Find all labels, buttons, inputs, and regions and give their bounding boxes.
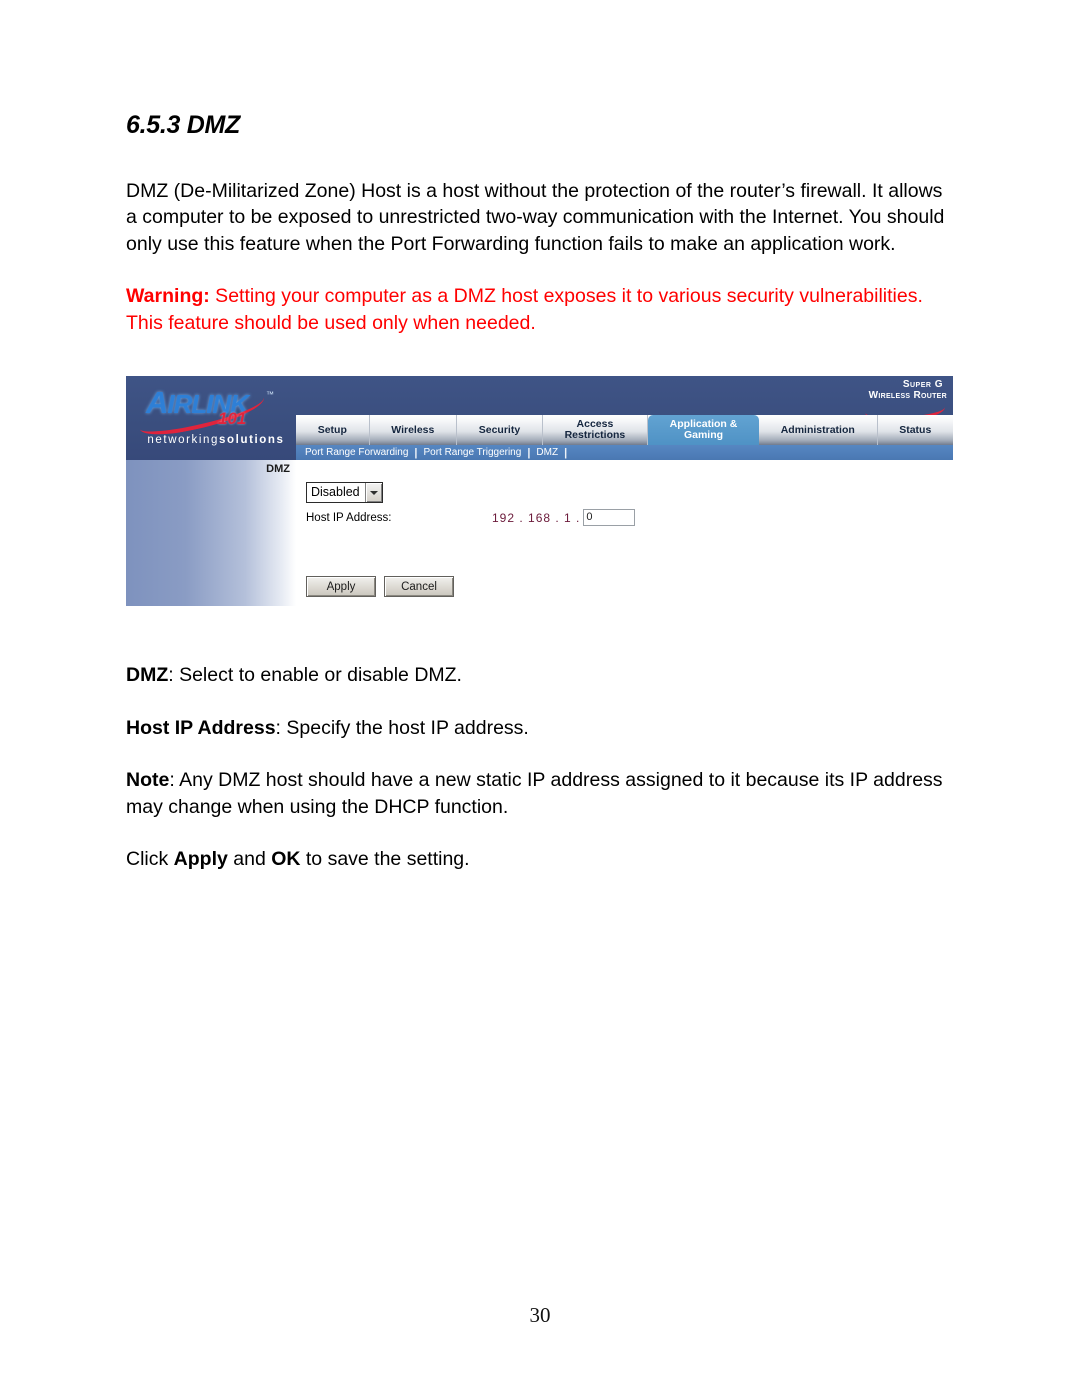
document-page: 6.5.3 DMZ DMZ (De-Militarized Zone) Host…	[0, 0, 1080, 1397]
warning-paragraph: Warning: Setting your computer as a DMZ …	[126, 283, 956, 336]
ip-last-octet-input[interactable]: 0	[583, 509, 636, 526]
dmz-form: Disabled Host IP Address: 192 . 168 . 1 …	[302, 460, 942, 618]
note-paragraph: Note: Any DMZ host should have a new sta…	[126, 767, 956, 820]
click-prefix: Click	[126, 848, 174, 870]
host-ip-definition-paragraph: Host IP Address: Specify the host IP add…	[126, 715, 956, 742]
subtab-separator-1: |	[414, 446, 418, 459]
tagline-solutions: solutions	[219, 434, 285, 446]
tab-status[interactable]: Status	[878, 415, 953, 445]
note-label: Note	[126, 769, 170, 791]
page-title: 6.5.3 DMZ	[126, 111, 240, 139]
note-text: : Any DMZ host should have a new static …	[126, 769, 943, 818]
trademark-icon: ™	[266, 390, 274, 399]
dmz-definition-paragraph: DMZ: Select to enable or disable DMZ.	[126, 662, 956, 689]
tab-security[interactable]: Security	[457, 415, 543, 445]
chevron-down-icon[interactable]	[364, 483, 382, 502]
tab-administration[interactable]: Administration	[759, 415, 878, 445]
router-content-area: DMZ Disabled Host IP Address: 192 . 168 …	[126, 460, 953, 618]
main-nav-tabs: Setup Wireless Security Access Restricti…	[296, 415, 953, 445]
tab-wireless[interactable]: Wireless	[370, 415, 458, 445]
intro-paragraph: DMZ (De-Militarized Zone) Host is a host…	[126, 179, 945, 255]
tab-setup[interactable]: Setup	[296, 415, 370, 445]
host-ip-address-row: 192 . 168 . 1 . 0	[492, 509, 636, 526]
click-suffix: to save the setting.	[300, 848, 470, 870]
click-ok-label: OK	[271, 848, 301, 870]
router-side-panel: DMZ	[126, 460, 296, 606]
dmz-term: DMZ	[126, 664, 169, 686]
warning-label: Warning:	[126, 285, 210, 307]
sub-nav-tabs: Port Range Forwarding | Port Range Trigg…	[296, 445, 953, 460]
subtab-dmz[interactable]: DMZ	[530, 446, 564, 459]
super-g-line1: Super G	[902, 379, 943, 390]
host-ip-address-label: Host IP Address:	[306, 512, 392, 524]
subtab-port-range-forwarding[interactable]: Port Range Forwarding	[299, 446, 414, 459]
click-apply-label: Apply	[173, 848, 228, 870]
router-ui-screenshot: AIRLINK 101 ™ networkingsolutions Super …	[126, 376, 953, 618]
subtab-port-range-triggering[interactable]: Port Range Triggering	[417, 446, 527, 459]
dmz-definition: : Select to enable or disable DMZ.	[168, 664, 462, 686]
warning-text: Setting your computer as a DMZ host expo…	[126, 285, 923, 334]
airlink-logo: AIRLINK 101 ™ networkingsolutions	[126, 376, 296, 460]
router-header-bar: AIRLINK 101 ™ networkingsolutions Super …	[126, 376, 953, 460]
click-apply-paragraph: Click Apply and OK to save the setting.	[126, 846, 956, 873]
dmz-state-value: Disabled	[311, 485, 360, 499]
tagline-networking: networking	[147, 434, 220, 446]
dmz-state-select[interactable]: Disabled	[306, 482, 383, 503]
super-g-logo: Super G Wireless Router	[855, 379, 947, 424]
side-panel-title: DMZ	[266, 463, 290, 475]
document-upper-text: 6.5.3 DMZ DMZ (De-Militarized Zone) Host…	[126, 111, 956, 336]
subtab-separator-3: |	[564, 446, 568, 459]
tab-access-restrictions[interactable]: Access Restrictions	[543, 415, 648, 445]
click-middle: and	[227, 848, 272, 870]
tab-application-and-gaming[interactable]: Application & Gaming	[647, 415, 760, 445]
airlink-logo-101: 101	[218, 409, 247, 428]
cancel-button[interactable]: Cancel	[384, 576, 454, 597]
host-ip-term: Host IP Address	[126, 716, 276, 739]
airlink-tagline: networkingsolutions	[136, 434, 296, 446]
ip-prefix-text: 192 . 168 . 1 .	[492, 510, 581, 525]
form-buttons: Apply Cancel	[306, 576, 454, 597]
apply-button[interactable]: Apply	[306, 576, 376, 597]
host-ip-definition: : Specify the host IP address.	[275, 716, 529, 739]
page-number: 30	[529, 1303, 551, 1327]
document-lower-text: DMZ: Select to enable or disable DMZ. Ho…	[126, 662, 956, 899]
subtab-separator-2: |	[527, 446, 531, 459]
